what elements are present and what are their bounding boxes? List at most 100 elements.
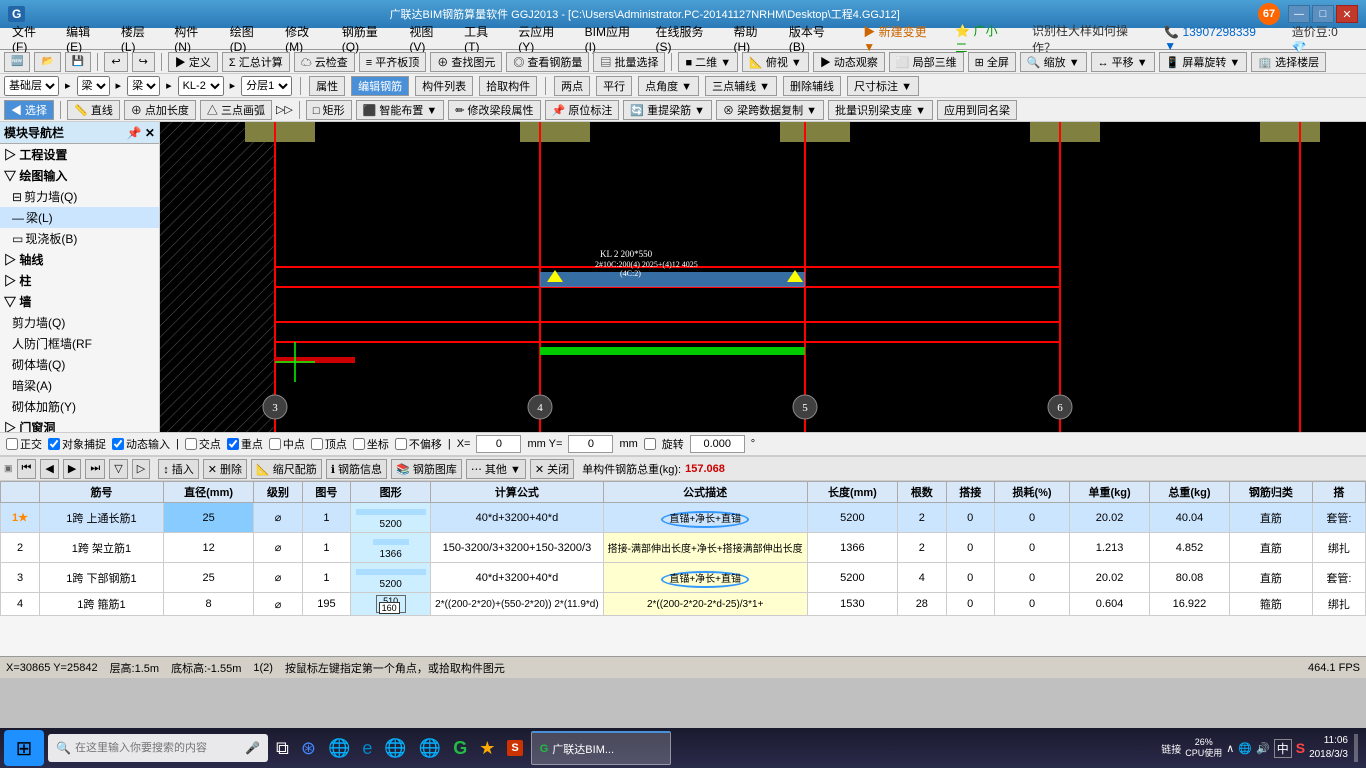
btn-define[interactable]: ▶ 定义 <box>168 52 218 72</box>
snap-endpoint[interactable]: 重点 <box>227 436 263 452</box>
snap-ortho[interactable]: 正交 <box>6 436 42 452</box>
btn-nav-right[interactable]: ▷ <box>132 459 150 479</box>
btn-new-project[interactable]: 🆕 <box>4 52 30 72</box>
rotate-checkbox[interactable] <box>644 438 656 450</box>
btn-re-extract[interactable]: 🔄 重提梁筋 ▼ <box>623 100 712 120</box>
taskbar-icon-taskview[interactable]: ⧉ <box>272 738 293 759</box>
btn-fullscreen[interactable]: ⊞ 全屏 <box>968 52 1016 72</box>
btn-apply-same-name[interactable]: 应用到同名梁 <box>937 100 1017 120</box>
search-bar[interactable]: 🔍 🎤 <box>48 734 268 762</box>
btn-point-length[interactable]: ⊕ 点加长度 <box>124 100 196 120</box>
btn-save[interactable]: 💾 <box>65 52 91 72</box>
table-row[interactable]: 1★ 1跨 上通长筋1 25 ⌀ 1 5200 40*d+3200+40*d 直… <box>1 503 1366 533</box>
taskbar-icon-browser4[interactable]: 🌐 <box>380 738 410 759</box>
sidebar-pin[interactable]: 📌 ✕ <box>127 126 155 140</box>
snap-object[interactable]: 对象捕捉 <box>48 436 106 452</box>
btn-cloud-check[interactable]: ☁ 云检查 <box>294 52 355 72</box>
snap-dynamic[interactable]: 动态输入 <box>112 436 170 452</box>
btn-in-place-mark[interactable]: 📌 原位标注 <box>545 100 620 120</box>
btn-close-rebar[interactable]: ✕ 关闭 <box>530 459 574 479</box>
taskbar-icon-browser3[interactable]: e <box>358 738 376 759</box>
btn-span-copy[interactable]: ⊗ 梁跨数据复制 ▼ <box>716 100 824 120</box>
more-draw[interactable]: ▷▷ <box>276 103 293 116</box>
sidebar-item-shear-wall2[interactable]: 剪力墙(Q) <box>0 312 159 333</box>
btn-three-arc[interactable]: △ 三点画弧 <box>200 100 272 120</box>
table-row[interactable]: 3 1跨 下部钢筋1 25 ⌀ 1 5200 40*d+3200+40*d 直锚… <box>1 563 1366 593</box>
rotate-input[interactable] <box>690 435 745 453</box>
taskbar-icon-browser2[interactable]: 🌐 <box>324 738 354 759</box>
btn-rebar-lib[interactable]: 📚 钢筋图库 <box>391 459 462 479</box>
btn-scale-rebar[interactable]: 📐 缩尺配筋 <box>251 459 322 479</box>
btn-redo[interactable]: ↪ <box>132 52 155 72</box>
sidebar-item-shear-wall[interactable]: ⊟ 剪力墙(Q) <box>0 186 159 207</box>
btn-batch-identify[interactable]: 批量识别梁支座 ▼ <box>828 100 933 120</box>
btn-find-element[interactable]: ⊕ 查找图元 <box>430 52 502 72</box>
btn-insert-row[interactable]: ↕ 插入 <box>158 459 199 479</box>
tray-brand-s[interactable]: S <box>1296 740 1305 756</box>
taskbar-icon-g[interactable]: G <box>449 738 471 759</box>
tray-show-desktop[interactable] <box>1354 734 1358 762</box>
sidebar-item-draw-input[interactable]: ▽ 绘图输入 <box>0 165 159 186</box>
type-select[interactable]: 梁 <box>77 76 110 96</box>
sidebar-item-hidden-beam[interactable]: 暗梁(A) <box>0 375 159 396</box>
rebar-table-area[interactable]: 筋号 直径(mm) 级别 图号 图形 计算公式 公式描述 长度(mm) 根数 搭… <box>0 481 1366 656</box>
btn-two-points[interactable]: 两点 <box>554 76 590 96</box>
sidebar-group-door[interactable]: ▷ 门窗洞 <box>0 417 159 432</box>
btn-nav-prev[interactable]: ◀ <box>40 459 58 479</box>
btn-pick-element[interactable]: 拾取构件 <box>479 76 537 96</box>
snap-coord[interactable]: 坐标 <box>353 436 389 452</box>
sidebar-item-beam-l[interactable]: — 梁(L) <box>0 207 159 228</box>
sidebar-group-axis[interactable]: ▷ 轴线 <box>0 249 159 270</box>
btn-edit-rebar[interactable]: 编辑钢筋 <box>351 76 409 96</box>
btn-nav-last[interactable]: ⏭ <box>85 459 105 479</box>
btn-rebar-info[interactable]: ℹ 钢筋信息 <box>326 459 387 479</box>
sidebar-item-project-settings[interactable]: ▷ 工程设置 <box>0 144 159 165</box>
btn-zoom[interactable]: 🔍 缩放 ▼ <box>1020 52 1087 72</box>
floor-select[interactable]: 基础层 <box>4 76 59 96</box>
canvas-area[interactable]: KL 2 200*550 2#10C:200(4) 2025+(4)12 402… <box>160 122 1366 432</box>
btn-dynamic-view[interactable]: ▶ 动态观察 <box>813 52 885 72</box>
btn-point-angle[interactable]: 点角度 ▼ <box>638 76 699 96</box>
taskbar-icon-browser1[interactable]: ⊛ <box>297 738 320 759</box>
btn-line[interactable]: 📏 直线 <box>67 100 120 120</box>
taskbar-icon-app1[interactable]: S <box>503 740 526 756</box>
btn-view-rebar[interactable]: ◎ 查看钢筋量 <box>506 52 589 72</box>
btn-screen-rotate[interactable]: 📱 屏幕旋转 ▼ <box>1159 52 1248 72</box>
taskbar-icon-star[interactable]: ★ <box>475 738 499 759</box>
taskbar-icon-browser5[interactable]: 🌐 <box>415 738 445 759</box>
btn-local-3d[interactable]: ⬜ 局部三维 <box>889 52 964 72</box>
sidebar-item-masonry-wall[interactable]: 砌体墙(Q) <box>0 354 159 375</box>
code-select[interactable]: KL-2 <box>178 76 224 96</box>
snap-no-offset[interactable]: 不偏移 <box>395 436 442 452</box>
start-button[interactable]: ⊞ <box>4 730 44 766</box>
sidebar-group-column[interactable]: ▷ 柱 <box>0 270 159 291</box>
btn-three-point-aux[interactable]: 三点辅线 ▼ <box>705 76 777 96</box>
btn-element-list[interactable]: 构件列表 <box>415 76 473 96</box>
btn-property[interactable]: 属性 <box>309 76 345 96</box>
mic-icon[interactable]: 🎤 <box>245 741 260 755</box>
btn-select[interactable]: ◀ 选择 <box>4 100 54 120</box>
btn-smart-place[interactable]: ⬛ 智能布置 ▼ <box>356 100 445 120</box>
btn-parallel[interactable]: 平行 <box>596 76 632 96</box>
layer-select[interactable]: 分层1 <box>241 76 292 96</box>
btn-pan[interactable]: ↔ 平移 ▼ <box>1091 52 1155 72</box>
tray-lang-zh[interactable]: 中 <box>1274 739 1292 758</box>
btn-del-aux[interactable]: 删除辅线 <box>783 76 841 96</box>
btn-batch-select[interactable]: ▤ 批量选择 <box>593 52 665 72</box>
btn-align-slab[interactable]: ≡ 平齐板顶 <box>359 52 426 72</box>
btn-rect[interactable]: □ 矩形 <box>306 100 352 120</box>
search-input[interactable] <box>75 742 241 754</box>
snap-midpoint[interactable]: 中点 <box>269 436 305 452</box>
snap-intersection[interactable]: 交点 <box>185 436 221 452</box>
btn-calc[interactable]: Σ 汇总计算 <box>222 52 290 72</box>
btn-undo[interactable]: ↩ <box>104 52 127 72</box>
tray-link[interactable]: 链接 <box>1161 741 1181 756</box>
btn-delete-row[interactable]: ✕ 删除 <box>203 459 247 479</box>
table-row[interactable]: 4 1跨 箍筋1 8 ⌀ 195 510 160 2*((200-2*20)+(… <box>1 593 1366 616</box>
btn-other[interactable]: ⋯ 其他 ▼ <box>466 459 526 479</box>
tray-network[interactable]: 🌐 <box>1238 742 1252 755</box>
subtype-select[interactable]: 梁 <box>127 76 160 96</box>
btn-nav-down[interactable]: ▽ <box>109 459 127 479</box>
x-input[interactable] <box>476 435 521 453</box>
snap-vertex[interactable]: 顶点 <box>311 436 347 452</box>
